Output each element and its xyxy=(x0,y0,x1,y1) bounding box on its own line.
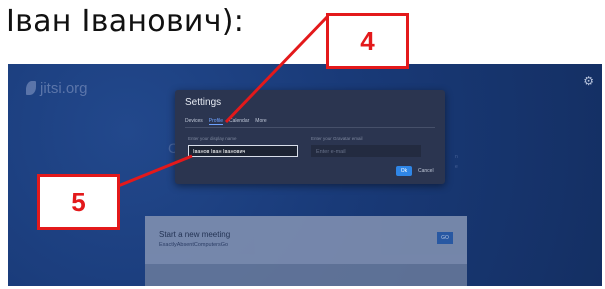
caption-text: Іван Іванович): xyxy=(6,4,245,39)
email-input[interactable]: Enter e-mail xyxy=(311,145,421,157)
background-text-right-2: e xyxy=(455,164,458,170)
settings-gear-icon[interactable]: ⚙ xyxy=(583,74,594,88)
settings-dialog: Settings Devices Profile Calendar More E… xyxy=(175,90,445,184)
callout-4-badge: 4 xyxy=(326,13,409,69)
tab-calendar[interactable]: Calendar xyxy=(229,118,249,125)
tab-profile[interactable]: Profile xyxy=(208,118,223,125)
tabs-divider xyxy=(185,127,435,128)
settings-tabs: Devices Profile Calendar More xyxy=(185,118,267,125)
tab-more[interactable]: More xyxy=(255,118,266,125)
display-name-input[interactable]: Іванов Іван Іванович xyxy=(188,145,298,157)
callout-5-badge: 5 xyxy=(37,174,120,230)
jitsi-logo-icon xyxy=(26,81,36,95)
jitsi-logo: jitsi.org xyxy=(26,80,88,97)
go-button[interactable]: GO xyxy=(437,232,453,244)
display-name-label: Enter your display name xyxy=(188,136,237,141)
tab-devices[interactable]: Devices xyxy=(185,118,203,125)
background-text-right: n xyxy=(455,154,458,160)
cancel-button[interactable]: Cancel xyxy=(418,166,434,176)
logo-text: jitsi.org xyxy=(40,80,88,97)
settings-title: Settings xyxy=(185,97,222,108)
email-label: Enter your Gravatar email xyxy=(311,136,363,141)
ok-button[interactable]: Ok xyxy=(396,166,412,176)
card-lower-panel xyxy=(145,264,467,286)
meeting-name-input[interactable]: ExactlyAbsentComputersGo xyxy=(159,242,228,248)
start-meeting-title: Start a new meeting xyxy=(159,230,231,239)
start-meeting-card: Start a new meeting ExactlyAbsentCompute… xyxy=(145,216,467,264)
